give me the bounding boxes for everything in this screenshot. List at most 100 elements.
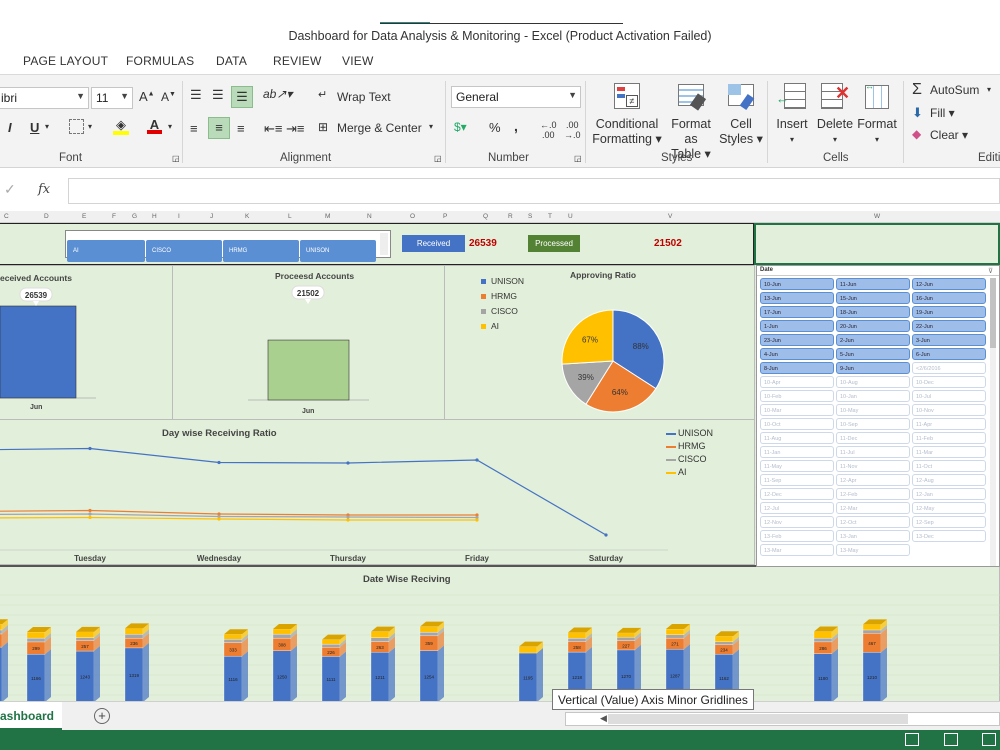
date-slicer-item[interactable]: 8-Jun	[760, 362, 834, 374]
scroll-thumb[interactable]	[608, 714, 908, 724]
date-slicer-item[interactable]: 3-Jun	[912, 334, 986, 346]
clear-button[interactable]: Clear ▾	[930, 128, 968, 142]
date-slicer-item[interactable]: 12-Jul	[760, 502, 834, 514]
date-slicer-scrollbar[interactable]	[990, 278, 996, 566]
check-icon[interactable]: ✓	[4, 181, 16, 198]
received-accounts-chart[interactable]: eceived Accounts 26539 Jun	[0, 265, 173, 420]
date-slicer-item[interactable]: 12-Jan	[912, 488, 986, 500]
orientation-icon[interactable]: ab↗▾	[263, 87, 292, 101]
wrap-text-button[interactable]: Wrap Text	[337, 90, 391, 104]
date-slicer-item[interactable]: 17-Jun	[760, 306, 834, 318]
slicer-item-unison[interactable]: UNISON	[300, 240, 376, 262]
date-slicer-item[interactable]: 12-Aug	[912, 474, 986, 486]
align-middle-icon[interactable]: ☰	[212, 87, 224, 103]
slicer-scrollbar[interactable]	[380, 233, 388, 255]
date-wise-chart[interactable]: Date Wise Reciving 134032011662991243257…	[0, 565, 1000, 705]
page-break-view-icon[interactable]	[982, 733, 996, 746]
date-slicer-item[interactable]: 15-Jun	[836, 292, 910, 304]
date-slicer-item[interactable]: 4-Jun	[760, 348, 834, 360]
date-slicer-item[interactable]: 12-Sep	[912, 516, 986, 528]
column-header-r[interactable]: R	[508, 213, 513, 220]
cell-styles-button[interactable]: Cell Styles ▾	[719, 81, 763, 147]
date-slicer-item[interactable]: 12-May	[912, 502, 986, 514]
date-slicer-item[interactable]: 11-Dec	[836, 432, 910, 444]
date-slicer-item[interactable]: 11-Nov	[836, 460, 910, 472]
chevron-down-icon[interactable]: ▾	[168, 122, 172, 131]
grow-font-icon[interactable]: A▲	[139, 89, 155, 104]
column-header-d[interactable]: D	[44, 213, 49, 220]
date-slicer-item[interactable]: 12-Nov	[760, 516, 834, 528]
date-slicer-item[interactable]: 11-Oct	[912, 460, 986, 472]
formula-input[interactable]	[68, 178, 1000, 204]
insert-function-icon[interactable]: fx	[38, 182, 50, 197]
merge-center-button[interactable]: Merge & Center	[337, 121, 422, 135]
add-sheet-icon[interactable]: +	[94, 708, 110, 724]
increase-indent-icon[interactable]: ⇥≡	[286, 121, 304, 137]
date-slicer-item[interactable]: 10-Oct	[760, 418, 834, 430]
date-slicer-item[interactable]: 13-May	[836, 544, 910, 556]
dialog-launcher-icon[interactable]: ◲	[574, 154, 582, 163]
date-slicer-item[interactable]: 12-Dec	[760, 488, 834, 500]
sheet-tab-dashboard[interactable]: ashboard	[0, 702, 62, 730]
chevron-down-icon[interactable]: ▾	[88, 122, 92, 131]
tab-view[interactable]: VIEW	[342, 54, 373, 68]
clear-filter-icon[interactable]: ⊽	[988, 267, 993, 275]
slicer-item-cisco[interactable]: CISCO	[146, 240, 222, 262]
date-slicer-item[interactable]: <2/6/2016	[912, 362, 986, 374]
column-header-k[interactable]: K	[245, 213, 249, 220]
date-slicer-item[interactable]: 10-Jul	[912, 390, 986, 402]
insert-button[interactable]: ← Insert ▾	[772, 81, 812, 147]
column-header-m[interactable]: M	[325, 213, 330, 220]
align-top-icon[interactable]: ☰	[190, 87, 202, 103]
date-slicer-item[interactable]: 18-Jun	[836, 306, 910, 318]
comma-icon[interactable]: ,	[514, 118, 518, 134]
date-slicer-item[interactable]: 11-May	[760, 460, 834, 472]
date-slicer-item[interactable]: 19-Jun	[912, 306, 986, 318]
fill-button[interactable]: Fill ▾	[930, 106, 955, 120]
delete-button[interactable]: ✕ Delete ▾	[815, 81, 855, 147]
column-header-c[interactable]: C	[4, 213, 9, 220]
align-right-icon[interactable]: ≡	[237, 121, 245, 136]
chevron-down-icon[interactable]: ▾	[45, 122, 49, 131]
date-slicer-item[interactable]: 11-Jan	[760, 446, 834, 458]
number-format-combo[interactable]: General ▼	[451, 86, 581, 108]
decrease-decimal-icon[interactable]: .00 →.0	[564, 120, 581, 140]
shrink-font-icon[interactable]: A▼	[161, 90, 176, 104]
column-header-h[interactable]: H	[152, 213, 157, 220]
day-wise-chart[interactable]: Day wise Receiving Ratio Tuesday Wednesda…	[0, 419, 755, 565]
date-slicer-item[interactable]: 9-Jun	[836, 362, 910, 374]
tab-formulas[interactable]: FORMULAS	[126, 54, 194, 68]
dialog-launcher-icon[interactable]: ◲	[172, 154, 180, 163]
column-header-i[interactable]: I	[178, 213, 180, 220]
date-slicer-item[interactable]: 12-Jun	[912, 278, 986, 290]
date-slicer-item[interactable]: 10-Mar	[760, 404, 834, 416]
column-header-g[interactable]: G	[132, 213, 137, 220]
font-name-combo[interactable]: ibri ▼	[0, 87, 89, 109]
date-slicer-item[interactable]: 12-Feb	[836, 488, 910, 500]
column-header-p[interactable]: P	[443, 213, 447, 220]
column-header-w[interactable]: W	[874, 213, 880, 220]
column-header-e[interactable]: E	[82, 213, 86, 220]
scroll-left-icon[interactable]: ◀	[600, 713, 607, 724]
decrease-indent-icon[interactable]: ⇤≡	[264, 121, 282, 137]
borders-icon[interactable]	[69, 119, 84, 134]
font-color-icon[interactable]: A	[147, 117, 162, 134]
date-slicer-item[interactable]: 13-Mar	[760, 544, 834, 556]
format-as-table-button[interactable]: Format as Table ▾	[663, 81, 719, 162]
date-slicer-item[interactable]: 11-Sep	[760, 474, 834, 486]
date-slicer-item[interactable]: 12-Apr	[836, 474, 910, 486]
date-slicer-item[interactable]: 10-Feb	[760, 390, 834, 402]
date-slicer-item[interactable]: 11-Feb	[912, 432, 986, 444]
column-header-j[interactable]: J	[210, 213, 213, 220]
date-slicer-item[interactable]: 10-Dec	[912, 376, 986, 388]
horizontal-scrollbar[interactable]: ◀	[565, 712, 1000, 726]
date-slicer-item[interactable]: 11-Apr	[912, 418, 986, 430]
date-slicer-item[interactable]: 1-Jun	[760, 320, 834, 332]
date-slicer-item[interactable]: 10-Aug	[836, 376, 910, 388]
date-slicer-item[interactable]: 13-Feb	[760, 530, 834, 542]
format-button[interactable]: ↔ Format ▾	[856, 81, 898, 147]
date-slicer-item[interactable]: 10-Apr	[760, 376, 834, 388]
date-slicer-item[interactable]: 10-Jun	[760, 278, 834, 290]
italic-icon[interactable]: I	[8, 120, 12, 135]
date-slicer-item[interactable]: 23-Jun	[760, 334, 834, 346]
